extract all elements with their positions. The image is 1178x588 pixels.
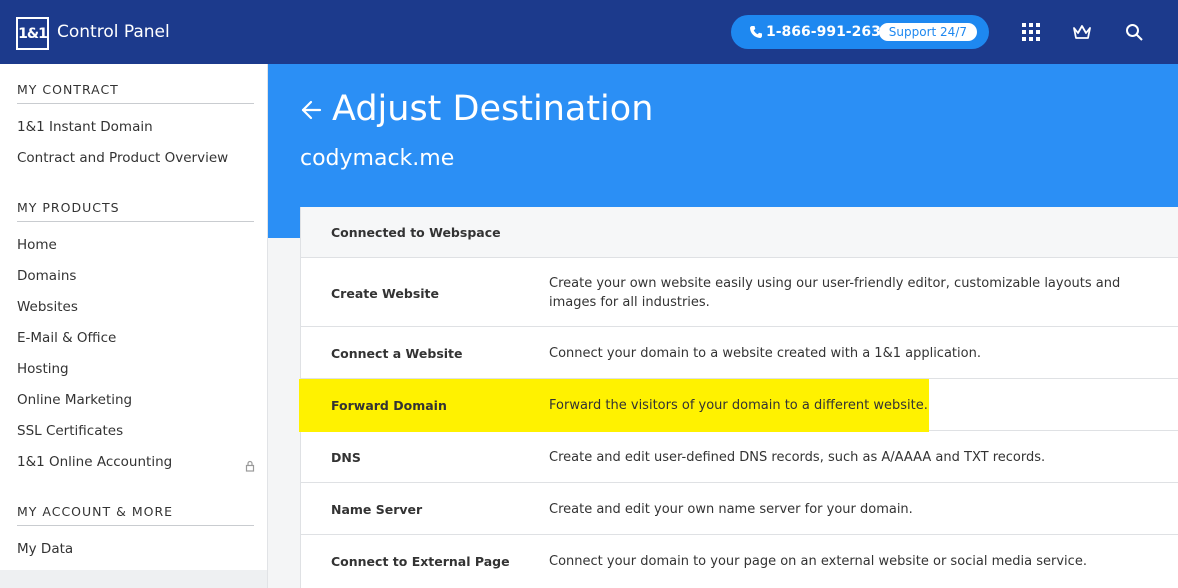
sidebar-item-instant-domain[interactable]: 1&1 Instant Domain — [17, 119, 153, 135]
brand-logo[interactable]: 1&1 — [16, 17, 49, 50]
sidebar-item-ssl-certificates[interactable]: SSL Certificates — [17, 423, 123, 439]
search-icon[interactable] — [1124, 22, 1144, 42]
destination-options-panel: Connected to Webspace Create Website Cre… — [299, 207, 1178, 588]
option-forward-domain[interactable]: Forward Domain Forward the visitors of y… — [299, 379, 1178, 432]
option-label[interactable]: Create Website — [331, 286, 439, 301]
sidebar-item-online-marketing[interactable]: Online Marketing — [17, 392, 132, 408]
sidebar-item-contract-overview[interactable]: Contract and Product Overview — [17, 150, 228, 166]
option-label[interactable]: Forward Domain — [331, 398, 447, 413]
panel-header: Connected to Webspace — [301, 207, 1178, 258]
lock-icon — [245, 457, 255, 472]
sidebar-item-hosting[interactable]: Hosting — [17, 361, 69, 377]
sidebar-item-online-accounting[interactable]: 1&1 Online Accounting — [17, 454, 172, 470]
option-label[interactable]: Connect to External Page — [331, 554, 510, 569]
option-description: Forward the visitors of your domain to a… — [549, 398, 928, 413]
sidebar-item-email-office[interactable]: E-Mail & Office — [17, 330, 116, 346]
panel-header-label: Connected to Webspace — [331, 225, 501, 240]
option-description: Connect your domain to your page on an e… — [549, 554, 1087, 569]
option-description: Connect your domain to a website created… — [549, 346, 981, 361]
option-description: Create your own website easily using our… — [549, 276, 1121, 310]
option-connect-website[interactable]: Connect a Website Connect your domain to… — [301, 327, 1178, 379]
back-arrow-icon[interactable] — [300, 98, 322, 122]
section-my-products: MY PRODUCTS — [17, 200, 254, 222]
option-create-website[interactable]: Create Website Create your own website e… — [301, 259, 1178, 327]
option-external-page[interactable]: Connect to External Page Connect your do… — [301, 535, 1178, 588]
section-my-contract: MY CONTRACT — [17, 82, 254, 104]
sidebar-item-websites[interactable]: Websites — [17, 299, 78, 315]
option-description: Create and edit your own name server for… — [549, 502, 913, 517]
sidebar — [0, 64, 268, 570]
phone-icon — [749, 25, 763, 39]
top-bar: 1&1 Control Panel 1-866-991-2631 Support… — [0, 0, 1178, 64]
sidebar-item-domains[interactable]: Domains — [17, 268, 76, 284]
phone-support-pill[interactable]: 1-866-991-2631 Support 24/7 — [731, 15, 989, 49]
option-label[interactable]: Connect a Website — [331, 346, 463, 361]
option-description: Create and edit user-defined DNS records… — [549, 450, 1046, 465]
section-my-account: MY ACCOUNT & MORE — [17, 504, 254, 526]
option-label[interactable]: Name Server — [331, 502, 422, 517]
sidebar-item-home[interactable]: Home — [17, 237, 57, 253]
phone-number: 1-866-991-2631 — [766, 24, 891, 40]
domain-name: codymack.me — [300, 146, 455, 171]
option-label[interactable]: DNS — [331, 450, 361, 465]
crown-icon[interactable] — [1072, 22, 1092, 42]
support-badge: Support 24/7 — [878, 23, 977, 41]
option-dns[interactable]: DNS Create and edit user-defined DNS rec… — [301, 431, 1178, 483]
apps-grid-icon[interactable] — [1021, 22, 1041, 42]
sidebar-footer — [0, 570, 268, 588]
option-name-server[interactable]: Name Server Create and edit your own nam… — [301, 483, 1178, 535]
page-title: Adjust Destination — [332, 89, 654, 129]
sidebar-item-my-data[interactable]: My Data — [17, 541, 73, 557]
app-title[interactable]: Control Panel — [57, 22, 170, 42]
